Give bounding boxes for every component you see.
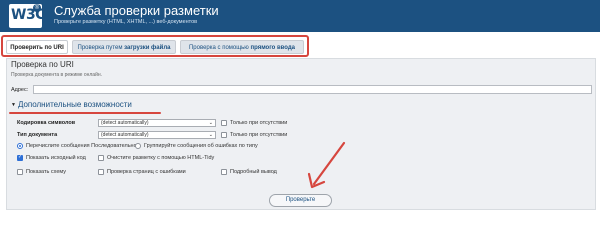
encoding-select-value: (detect automatically): [101, 120, 149, 126]
tab-upload-strong: загрузки файла: [124, 45, 171, 51]
tabs-highlight-box: Проверить по URI Проверка путем загрузки…: [1, 35, 309, 57]
doctype-fallback-checkbox[interactable]: [221, 132, 227, 138]
encoding-select[interactable]: (detect automatically) ⌄: [98, 119, 216, 127]
radio-group-by-type[interactable]: [135, 143, 141, 149]
tab-validate-by-uri[interactable]: Проверить по URI: [6, 40, 68, 54]
doctype-select-value: (detect automatically): [101, 132, 149, 138]
tab-upload-prefix: Проверка путем: [77, 45, 125, 51]
tab-direct-strong: прямого ввода: [250, 45, 296, 51]
show-outline-label: Показать схему: [26, 169, 66, 175]
check-button[interactable]: Проверьте: [269, 194, 332, 207]
validate-error-pages-checkbox[interactable]: [98, 169, 104, 175]
section-title: Проверка по URI: [11, 60, 74, 69]
w3c-logo[interactable]: W3C ®: [9, 4, 45, 28]
triangle-down-icon: ▼: [11, 102, 16, 108]
show-outline-checkbox[interactable]: [17, 169, 23, 175]
address-input[interactable]: [33, 85, 592, 94]
chevron-down-icon: ⌄: [208, 120, 213, 126]
clean-up-tidy-checkbox[interactable]: [98, 155, 104, 161]
more-options-toggle[interactable]: ▼ Дополнительные возможности: [11, 100, 132, 109]
page-title: Служба проверки разметки: [54, 3, 219, 18]
encoding-label: Кодировка символов: [17, 120, 76, 126]
address-label: Адрес:: [11, 87, 29, 93]
encoding-fallback-label: Только при отсутствии: [230, 120, 288, 126]
verbose-output-checkbox[interactable]: [221, 169, 227, 175]
verbose-output-label: Подробный вывод: [230, 169, 277, 175]
red-arrow-icon: [307, 141, 346, 189]
app-header: W3C ® Служба проверки разметки Проверьте…: [0, 0, 600, 32]
radio-list-sequentially-label: Перечислите сообщения Последовательно: [26, 143, 137, 149]
clean-up-tidy-label: Очистите разметку с помощью HTML-Tidy: [107, 155, 215, 161]
show-source-checkbox[interactable]: [17, 154, 23, 161]
chevron-down-icon: ⌄: [208, 132, 213, 138]
tab-direct-prefix: Проверка с помощью: [188, 45, 251, 51]
doctype-fallback-label: Только при отсутствии: [230, 132, 288, 138]
encoding-fallback-checkbox[interactable]: [221, 120, 227, 126]
doctype-label: Тип документа: [17, 132, 58, 138]
more-options-label: Дополнительные возможности: [17, 100, 132, 109]
validate-error-pages-label: Проверка страниц с ошибками: [107, 169, 186, 175]
radio-list-sequentially[interactable]: [17, 143, 23, 149]
radio-group-by-type-label: Группируйте сообщения об ошибках по типу: [144, 143, 258, 149]
page-subtitle: Проверьте разметку (HTML, XHTML, ...) ве…: [54, 19, 198, 25]
show-source-label: Показать исходный код: [26, 155, 86, 161]
section-description: Проверка документа в режиме онлайн.: [11, 72, 103, 78]
tab-validate-by-upload[interactable]: Проверка путем загрузки файла: [72, 40, 176, 54]
doctype-select[interactable]: (detect automatically) ⌄: [98, 131, 216, 139]
more-options-red-underline: [9, 112, 161, 114]
registered-mark-icon: ®: [33, 4, 41, 12]
tab-validate-by-direct-input[interactable]: Проверка с помощью прямого ввода: [180, 40, 304, 54]
